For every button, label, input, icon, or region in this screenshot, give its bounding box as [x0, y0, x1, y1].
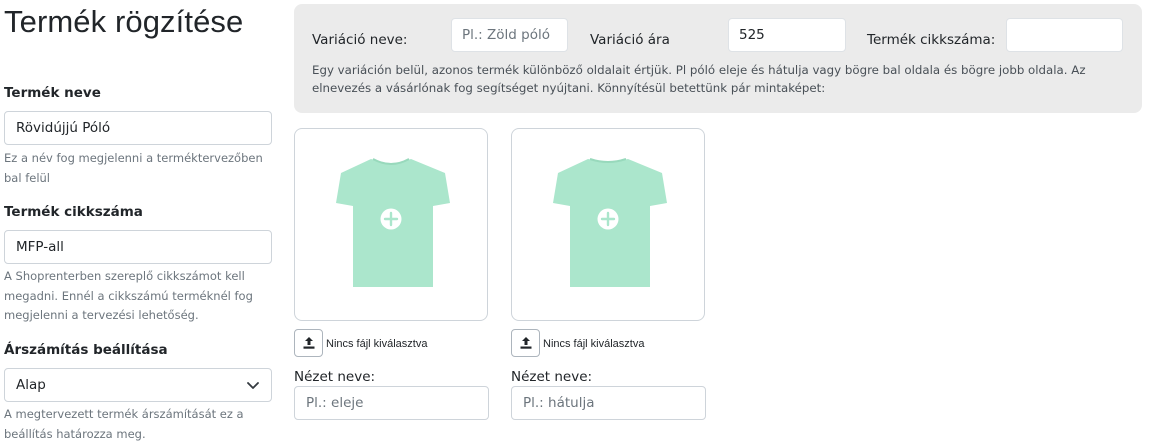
view-image-card[interactable]: [294, 128, 488, 321]
pricing-select[interactable]: Alap: [4, 368, 272, 402]
product-name-help: Ez a név fog megjelenni a terméktervezőb…: [4, 151, 263, 185]
variation-sku-input[interactable]: [1006, 18, 1123, 52]
view-image-card[interactable]: [511, 128, 705, 321]
chevron-down-icon: [247, 382, 259, 389]
upload-button[interactable]: [511, 329, 540, 357]
file-status-text: Nincs fájl kiválasztva: [326, 338, 428, 350]
product-name-value: Rövidújjú Póló: [16, 120, 111, 136]
variation-price-value: 525: [739, 27, 765, 43]
view-name-placeholder: Pl.: eleje: [306, 395, 364, 411]
variation-description: Egy variáción belül, azonos termék külön…: [312, 63, 1086, 95]
page-title: Termék rögzítése: [4, 4, 244, 39]
variation-name-label: Variáció neve:: [312, 32, 408, 48]
view-name-label: Nézet neve:: [294, 369, 376, 385]
view-name-input[interactable]: Pl.: eleje: [294, 386, 489, 420]
product-sku-value: MFP-all: [16, 239, 64, 255]
variation-name-placeholder: Pl.: Zöld póló: [462, 27, 550, 43]
variation-name-input[interactable]: Pl.: Zöld póló: [451, 18, 568, 52]
variation-panel: Variáció neve: Pl.: Zöld póló Variáció á…: [294, 4, 1142, 113]
file-status-text: Nincs fájl kiválasztva: [543, 338, 645, 350]
product-sku-label: Termék cikkszáma: [4, 204, 143, 220]
tshirt-back-icon: [553, 158, 667, 287]
product-name-label: Termék neve: [4, 85, 101, 101]
upload-button[interactable]: [294, 329, 323, 357]
pricing-label: Árszámítás beállítása: [4, 342, 168, 358]
variation-sku-label: Termék cikkszáma:: [867, 32, 996, 48]
view-name-input[interactable]: Pl.: hátulja: [511, 386, 706, 420]
view-name-label: Nézet neve:: [511, 369, 593, 385]
view-name-placeholder: Pl.: hátulja: [523, 395, 595, 411]
product-sku-help: A Shoprenterben szereplő cikkszámot kell…: [4, 269, 253, 322]
product-name-input[interactable]: Rövidújjú Póló: [4, 111, 272, 145]
pricing-help: A megtervezett termék árszámítását ez a …: [4, 407, 244, 441]
pricing-selected-value: Alap: [16, 377, 46, 393]
upload-icon: [520, 337, 531, 349]
upload-icon: [303, 337, 314, 349]
tshirt-front-icon: [336, 158, 450, 287]
variation-price-label: Variáció ára: [590, 32, 670, 48]
product-sku-input[interactable]: MFP-all: [4, 230, 272, 264]
variation-price-input[interactable]: 525: [728, 18, 846, 52]
